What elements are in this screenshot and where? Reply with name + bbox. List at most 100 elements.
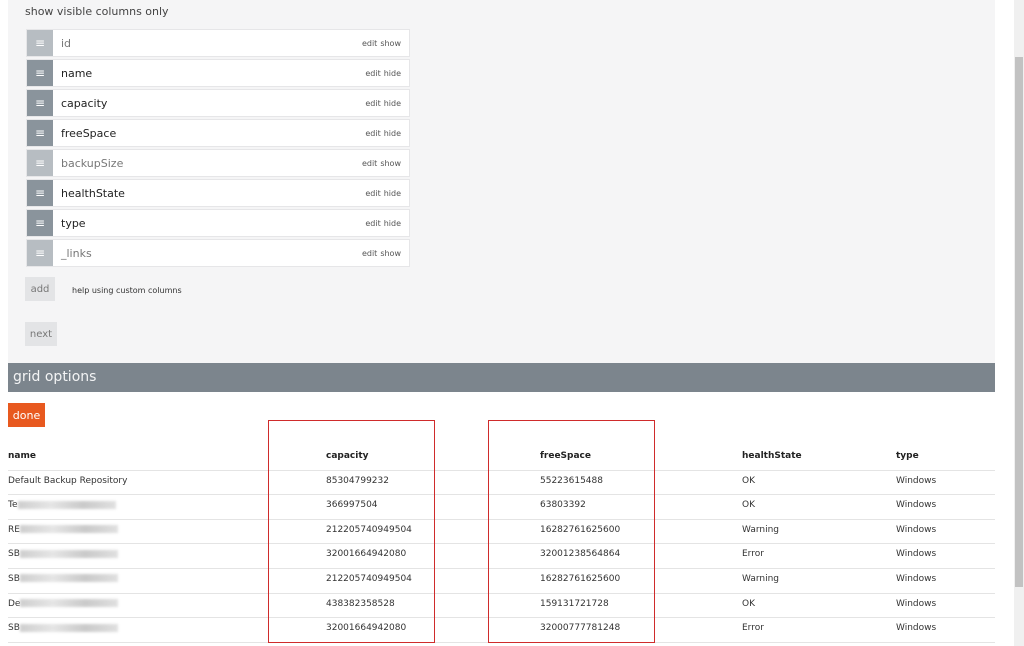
cell-capacity: 366997504 <box>326 500 378 511</box>
edit-column-link[interactable]: edit <box>365 69 380 78</box>
column-config-row[interactable]: ≡ freeSpace edit hide <box>26 119 410 147</box>
done-button[interactable]: done <box>8 403 45 427</box>
name-text: SB <box>8 573 20 584</box>
add-column-button[interactable]: add <box>25 277 55 301</box>
toggle-column-link[interactable]: hide <box>384 129 401 138</box>
column-config-row[interactable]: ≡ healthState edit hide <box>26 179 410 207</box>
name-text: De <box>8 598 21 609</box>
header-capacity[interactable]: capacity <box>326 451 369 461</box>
cell-capacity: 32001664942080 <box>326 623 407 634</box>
cell-name: Te <box>8 500 116 510</box>
drag-handle-icon[interactable]: ≡ <box>27 30 53 56</box>
drag-handle-icon[interactable]: ≡ <box>27 60 53 86</box>
drag-handle-icon[interactable]: ≡ <box>27 210 53 236</box>
table-row: Default Backup Repository 85304799232 5522… <box>8 471 995 496</box>
header-freespace[interactable]: freeSpace <box>540 451 591 461</box>
cell-type: Windows <box>896 598 937 609</box>
redacted-text <box>17 500 116 509</box>
column-actions: edit hide <box>362 99 401 108</box>
drag-handle-icon[interactable]: ≡ <box>27 240 53 266</box>
column-name: backupSize <box>61 157 124 170</box>
edit-column-link[interactable]: edit <box>365 129 380 138</box>
column-actions: edit hide <box>362 219 401 228</box>
cell-healthstate: OK <box>742 475 755 486</box>
column-name: _links <box>61 247 92 260</box>
toggle-column-link[interactable]: hide <box>384 69 401 78</box>
cell-healthstate: OK <box>742 598 755 609</box>
cell-freespace: 63803392 <box>540 500 586 511</box>
grid-options-header: grid options <box>8 363 995 392</box>
column-config-row[interactable]: ≡ backupSize edit show <box>26 149 410 177</box>
table-row: SB 212205740949504 16282761625600 Warning Wi… <box>8 569 995 594</box>
cell-type: Windows <box>896 500 937 511</box>
name-text: SB <box>8 549 20 560</box>
column-name: capacity <box>61 97 108 110</box>
cell-name: RE <box>8 525 118 535</box>
column-list: ≡ id edit show ≡ name edit hide ≡ capacity edit hid… <box>26 29 410 269</box>
custom-columns-help-link[interactable]: help using custom columns <box>72 286 182 295</box>
edit-column-link[interactable]: edit <box>365 99 380 108</box>
cell-freespace: 32000777781248 <box>540 623 621 634</box>
header-name[interactable]: name <box>8 451 36 461</box>
column-actions: edit show <box>359 159 401 168</box>
column-config-row[interactable]: ≡ capacity edit hide <box>26 89 410 117</box>
name-text: Te <box>8 500 18 511</box>
column-name: healthState <box>61 187 125 200</box>
edit-column-link[interactable]: edit <box>362 159 377 168</box>
table-row: SB 32001664942080 32000777781248 Error Windo… <box>8 618 995 643</box>
cell-freespace: 32001238564864 <box>540 549 621 560</box>
cell-name: SB <box>8 574 118 584</box>
toggle-column-link[interactable]: show <box>380 159 401 168</box>
edit-column-link[interactable]: edit <box>362 249 377 258</box>
cell-capacity: 212205740949504 <box>326 573 412 584</box>
cell-healthstate: Warning <box>742 524 780 535</box>
cell-capacity: 32001664942080 <box>326 549 407 560</box>
edit-column-link[interactable]: edit <box>365 189 380 198</box>
drag-handle-icon[interactable]: ≡ <box>27 180 53 206</box>
drag-handle-icon[interactable]: ≡ <box>27 90 53 116</box>
cell-capacity: 212205740949504 <box>326 524 412 535</box>
drag-handle-icon[interactable]: ≡ <box>27 120 53 146</box>
cell-capacity: 85304799232 <box>326 475 389 486</box>
column-name: freeSpace <box>61 127 117 140</box>
cell-name: De <box>8 598 119 609</box>
redacted-text <box>19 525 118 534</box>
column-config-row[interactable]: ≡ name edit hide <box>26 59 410 87</box>
section-title: show visible columns only <box>25 5 169 18</box>
edit-column-link[interactable]: edit <box>365 219 380 228</box>
data-table: name capacity freeSpace healthState type… <box>8 446 995 643</box>
column-config-row[interactable]: ≡ type edit hide <box>26 209 410 237</box>
name-text: Default Backup Repository <box>8 475 128 486</box>
redacted-text <box>19 623 118 632</box>
header-healthstate[interactable]: healthState <box>742 451 802 461</box>
cell-name: SB <box>8 549 118 559</box>
edit-column-link[interactable]: edit <box>362 39 377 48</box>
next-button[interactable]: next <box>25 322 57 346</box>
scrollbar-thumb[interactable] <box>1015 57 1023 587</box>
name-text: RE <box>8 524 20 535</box>
cell-type: Windows <box>896 549 937 560</box>
cell-freespace: 55223615488 <box>540 475 603 486</box>
column-config-row[interactable]: ≡ _links edit show <box>26 239 410 267</box>
toggle-column-link[interactable]: hide <box>384 219 401 228</box>
column-config-row[interactable]: ≡ id edit show <box>26 29 410 57</box>
table-body: Default Backup Repository 85304799232 5522… <box>8 471 995 643</box>
toggle-column-link[interactable]: show <box>380 39 401 48</box>
drag-handle-icon[interactable]: ≡ <box>27 150 53 176</box>
cell-healthstate: OK <box>742 500 755 511</box>
cell-freespace: 16282761625600 <box>540 524 621 535</box>
column-actions: edit hide <box>362 189 401 198</box>
toggle-column-link[interactable]: hide <box>384 189 401 198</box>
toggle-column-link[interactable]: show <box>380 249 401 258</box>
grid-options-title: grid options <box>13 369 97 385</box>
column-actions: edit hide <box>362 69 401 78</box>
header-type[interactable]: type <box>896 451 919 461</box>
table-row: SB 32001664942080 32001238564864 Error Windo… <box>8 544 995 569</box>
redacted-text <box>19 574 118 583</box>
cell-capacity: 438382358528 <box>326 598 395 609</box>
column-actions: edit hide <box>362 129 401 138</box>
table-row: De 438382358528 159131721728 OK Windows <box>8 594 995 619</box>
toggle-column-link[interactable]: hide <box>384 99 401 108</box>
scrollbar[interactable] <box>1014 0 1024 646</box>
cell-healthstate: Error <box>742 549 764 560</box>
